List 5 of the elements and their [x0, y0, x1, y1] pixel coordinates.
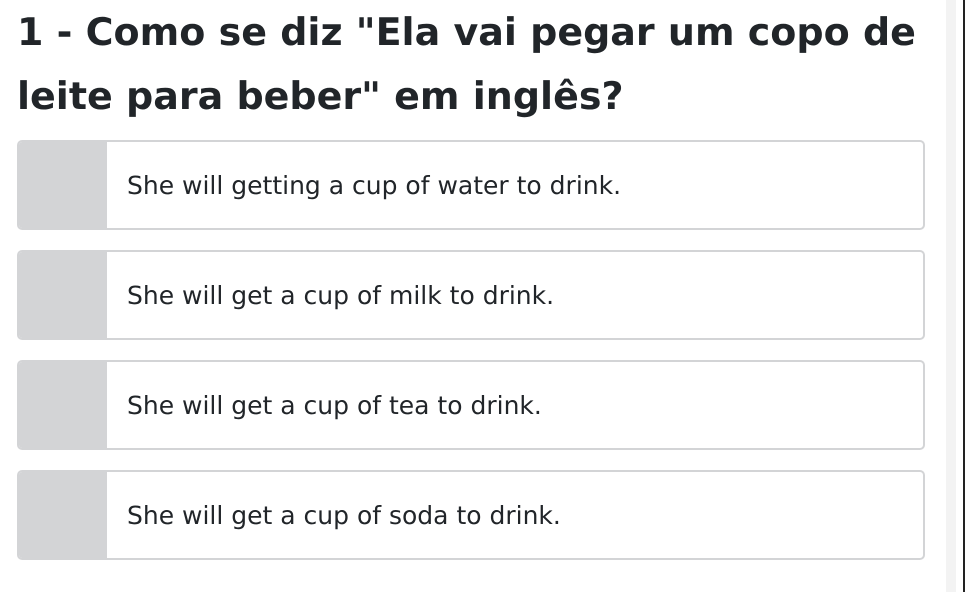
answer-option[interactable]: She will get a cup of tea to drink. — [17, 360, 925, 450]
answer-option[interactable]: She will get a cup of milk to drink. — [17, 250, 925, 340]
question-text: 1 - Como se diz "Ela vai pegar um copo de leite para beber" em inglês? — [17, 9, 917, 120]
answer-option[interactable]: She will getting a cup of water to drink. — [17, 140, 925, 230]
answer-option[interactable]: She will get a cup of soda to drink. — [17, 470, 925, 560]
